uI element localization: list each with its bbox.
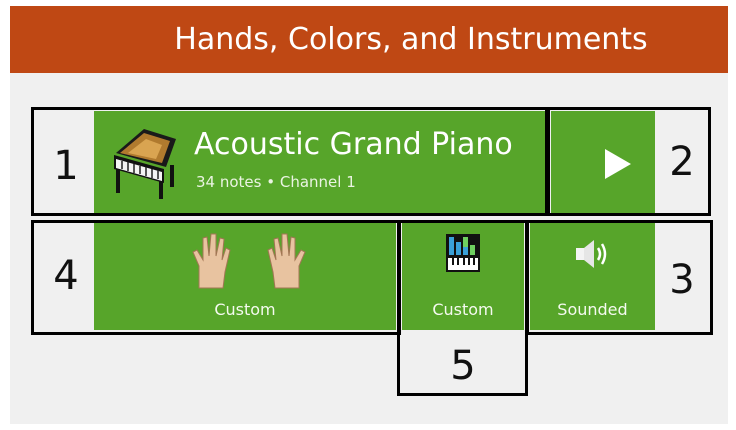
page-title: Hands, Colors, and Instruments xyxy=(174,22,648,57)
callout-number-1: 1 xyxy=(53,143,79,189)
callout-box-1 xyxy=(31,107,548,216)
callout-number-5: 5 xyxy=(450,343,476,389)
callout-number-4: 4 xyxy=(53,253,79,299)
callout-box-4 xyxy=(31,220,401,335)
title-bar: Hands, Colors, and Instruments xyxy=(10,6,728,73)
callout-number-3: 3 xyxy=(669,257,695,303)
callout-number-2: 2 xyxy=(669,139,695,185)
